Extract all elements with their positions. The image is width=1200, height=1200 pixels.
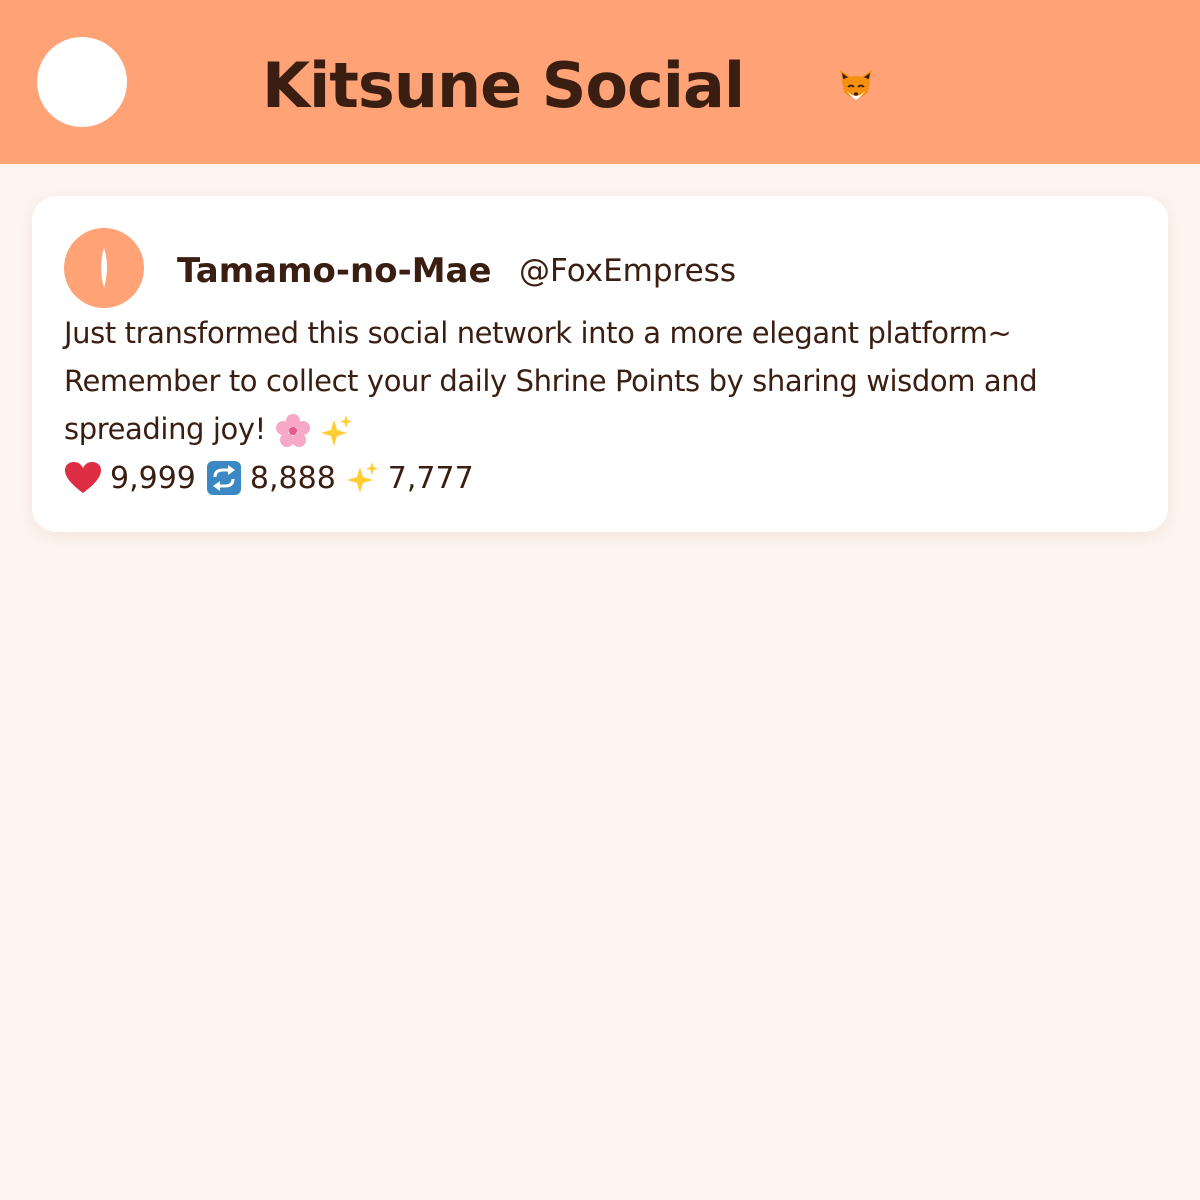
sparkle-count: 7,777 — [387, 460, 474, 496]
like-count: 9,999 — [110, 460, 196, 496]
heart-icon — [65, 462, 101, 493]
app-header: Kitsune Social — [0, 0, 1200, 164]
post-text-line: Remember to collect your daily Shrine Po… — [64, 364, 1038, 398]
repost-count: 8,888 — [249, 460, 336, 496]
post-text: Just transformed this social network int… — [64, 309, 1134, 453]
author-name[interactable]: Tamamo-no-Mae — [177, 248, 492, 294]
post-text-line: spreading joy! — [64, 405, 1134, 453]
repost-button[interactable]: 8,888 — [206, 460, 346, 496]
flame-icon — [101, 248, 107, 288]
sparkles-icon — [346, 462, 378, 493]
sparkle-button[interactable]: 7,777 — [346, 461, 484, 496]
like-button[interactable]: 9,999 — [64, 461, 206, 496]
post-stats: 9,999 8,888 7,777 — [64, 454, 484, 502]
author-avatar[interactable] — [64, 228, 144, 308]
fox-face-icon — [840, 70, 872, 100]
sparkles-icon — [320, 415, 352, 446]
post-card: Tamamo-no-Mae @FoxEmpress Just transform… — [32, 196, 1168, 532]
profile-avatar[interactable] — [37, 37, 127, 127]
app-title: Kitsune Social — [262, 49, 745, 122]
repost-icon — [206, 461, 241, 495]
author-handle[interactable]: @FoxEmpress — [519, 249, 736, 293]
cherry-blossom-icon — [275, 414, 310, 447]
post-text-line: Just transformed this social network int… — [64, 316, 1012, 350]
